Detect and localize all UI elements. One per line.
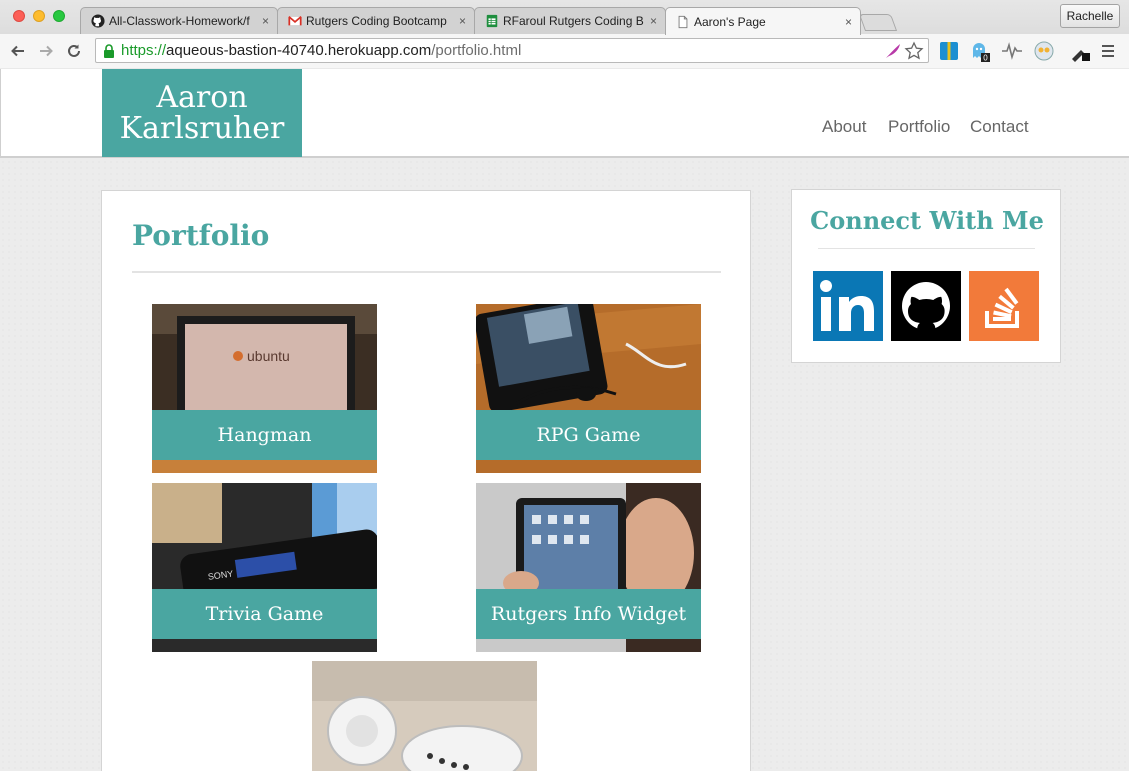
tab-sheets[interactable]: RFaroul Rutgers Coding Bo × — [474, 7, 666, 34]
extension-ghostery[interactable]: 0 — [969, 40, 991, 62]
tab-aarons-page[interactable]: Aaron's Page × — [665, 7, 861, 35]
site-logo[interactable]: Aaron Karlsruher — [102, 69, 302, 157]
project-trivia-game[interactable]: SONY Trivia Game — [152, 483, 377, 652]
tab-classwork[interactable]: All-Classwork-Homework/f × — [80, 7, 278, 34]
owl-extension-icon — [1034, 41, 1054, 61]
hamburger-menu-icon — [1102, 45, 1114, 57]
url-scheme: https:// — [121, 42, 167, 59]
project-title: Rutgers Info Widget — [476, 589, 701, 639]
tab-close-icon[interactable]: × — [262, 14, 269, 28]
extension-owl[interactable] — [1033, 40, 1055, 62]
arrow-right-icon — [40, 45, 53, 57]
extension-badge: 0 — [983, 54, 988, 63]
linkedin-icon — [813, 271, 883, 341]
project-title: RPG Game — [476, 410, 701, 460]
linkedin-link[interactable] — [813, 271, 883, 341]
gmail-icon — [288, 15, 302, 26]
tab-gmail[interactable]: Rutgers Coding Bootcamp × — [277, 7, 475, 34]
page-viewport: Aaron Karlsruher About Portfolio Contact… — [0, 69, 1129, 771]
tab-title: RFaroul Rutgers Coding Bo — [503, 14, 644, 28]
project-title: Trivia Game — [152, 589, 377, 639]
extension-trello[interactable] — [938, 40, 960, 62]
bookmark-star-icon[interactable] — [904, 40, 924, 61]
minimize-window-button[interactable] — [33, 10, 45, 22]
lock-icon — [104, 43, 114, 58]
portfolio-heading: Portfolio — [132, 219, 270, 252]
heartbeat-icon — [1002, 42, 1022, 60]
divider — [818, 248, 1035, 249]
reload-button[interactable] — [63, 40, 85, 62]
logo-first-name: Aaron — [156, 80, 248, 115]
tab-title: Rutgers Coding Bootcamp — [306, 14, 447, 28]
nav-link-portfolio[interactable]: Portfolio — [888, 117, 950, 137]
address-bar[interactable]: https:// aqueous-bastion-40740.herokuapp… — [95, 38, 929, 63]
logo-last-name: Karlsruher — [119, 111, 285, 146]
github-link[interactable] — [891, 271, 961, 341]
arrow-left-icon — [11, 45, 24, 57]
browser-chrome: All-Classwork-Homework/f × Rutgers Codin… — [0, 0, 1129, 68]
connect-heading: Connect With Me — [810, 206, 1044, 235]
portfolio-section: Portfolio ubuntu Hangman RPG Game SONY T… — [101, 190, 751, 771]
nav-link-about[interactable]: About — [822, 117, 866, 137]
extension-pulse[interactable] — [1001, 40, 1023, 62]
project-hangman[interactable]: ubuntu Hangman — [152, 304, 377, 473]
github-icon — [91, 14, 105, 28]
tab-close-icon[interactable]: × — [650, 14, 657, 28]
project-title: Hangman — [152, 410, 377, 460]
back-button[interactable] — [7, 40, 29, 62]
browser-toolbar: https:// aqueous-bastion-40740.herokuapp… — [0, 34, 1129, 68]
connect-section: Connect With Me — [791, 189, 1061, 363]
maximize-window-button[interactable] — [53, 10, 65, 22]
divider — [132, 271, 721, 273]
stackoverflow-link[interactable] — [969, 271, 1039, 341]
ghost-extension-icon: 0 — [973, 43, 990, 63]
project-rpg-game[interactable]: RPG Game — [476, 304, 701, 473]
page-icon — [678, 15, 688, 28]
new-tab-button[interactable] — [858, 14, 898, 31]
feather-extension-icon[interactable] — [884, 42, 902, 60]
nav-link-contact[interactable]: Contact — [970, 117, 1029, 137]
extension-eyedropper[interactable] — [1069, 40, 1091, 62]
tab-title: All-Classwork-Homework/f — [109, 14, 250, 28]
close-window-button[interactable] — [13, 10, 25, 22]
tab-close-icon[interactable]: × — [459, 14, 466, 28]
reload-icon — [68, 44, 80, 57]
github-icon — [891, 271, 961, 341]
ubuntu-logo-text: ubuntu — [247, 348, 290, 364]
url-path: /portfolio.html — [431, 42, 522, 59]
forward-button[interactable] — [35, 40, 57, 62]
sheets-icon — [486, 14, 498, 28]
project-rutgers-info-widget[interactable]: Rutgers Info Widget — [476, 483, 701, 652]
menu-button[interactable] — [1097, 40, 1119, 62]
tab-close-icon[interactable]: × — [845, 15, 852, 29]
tab-title: Aaron's Page — [694, 14, 766, 29]
box-extension-icon — [940, 42, 958, 60]
url-host: aqueous-bastion-40740.herokuapp.com — [166, 42, 432, 59]
site-header: Aaron Karlsruher About Portfolio Contact — [0, 69, 1129, 158]
project-image-earphones — [312, 661, 537, 771]
eyedropper-icon — [1072, 50, 1090, 62]
stackoverflow-icon — [969, 271, 1039, 341]
profile-button[interactable]: Rachelle — [1060, 4, 1120, 28]
project-earphones[interactable] — [312, 661, 537, 771]
